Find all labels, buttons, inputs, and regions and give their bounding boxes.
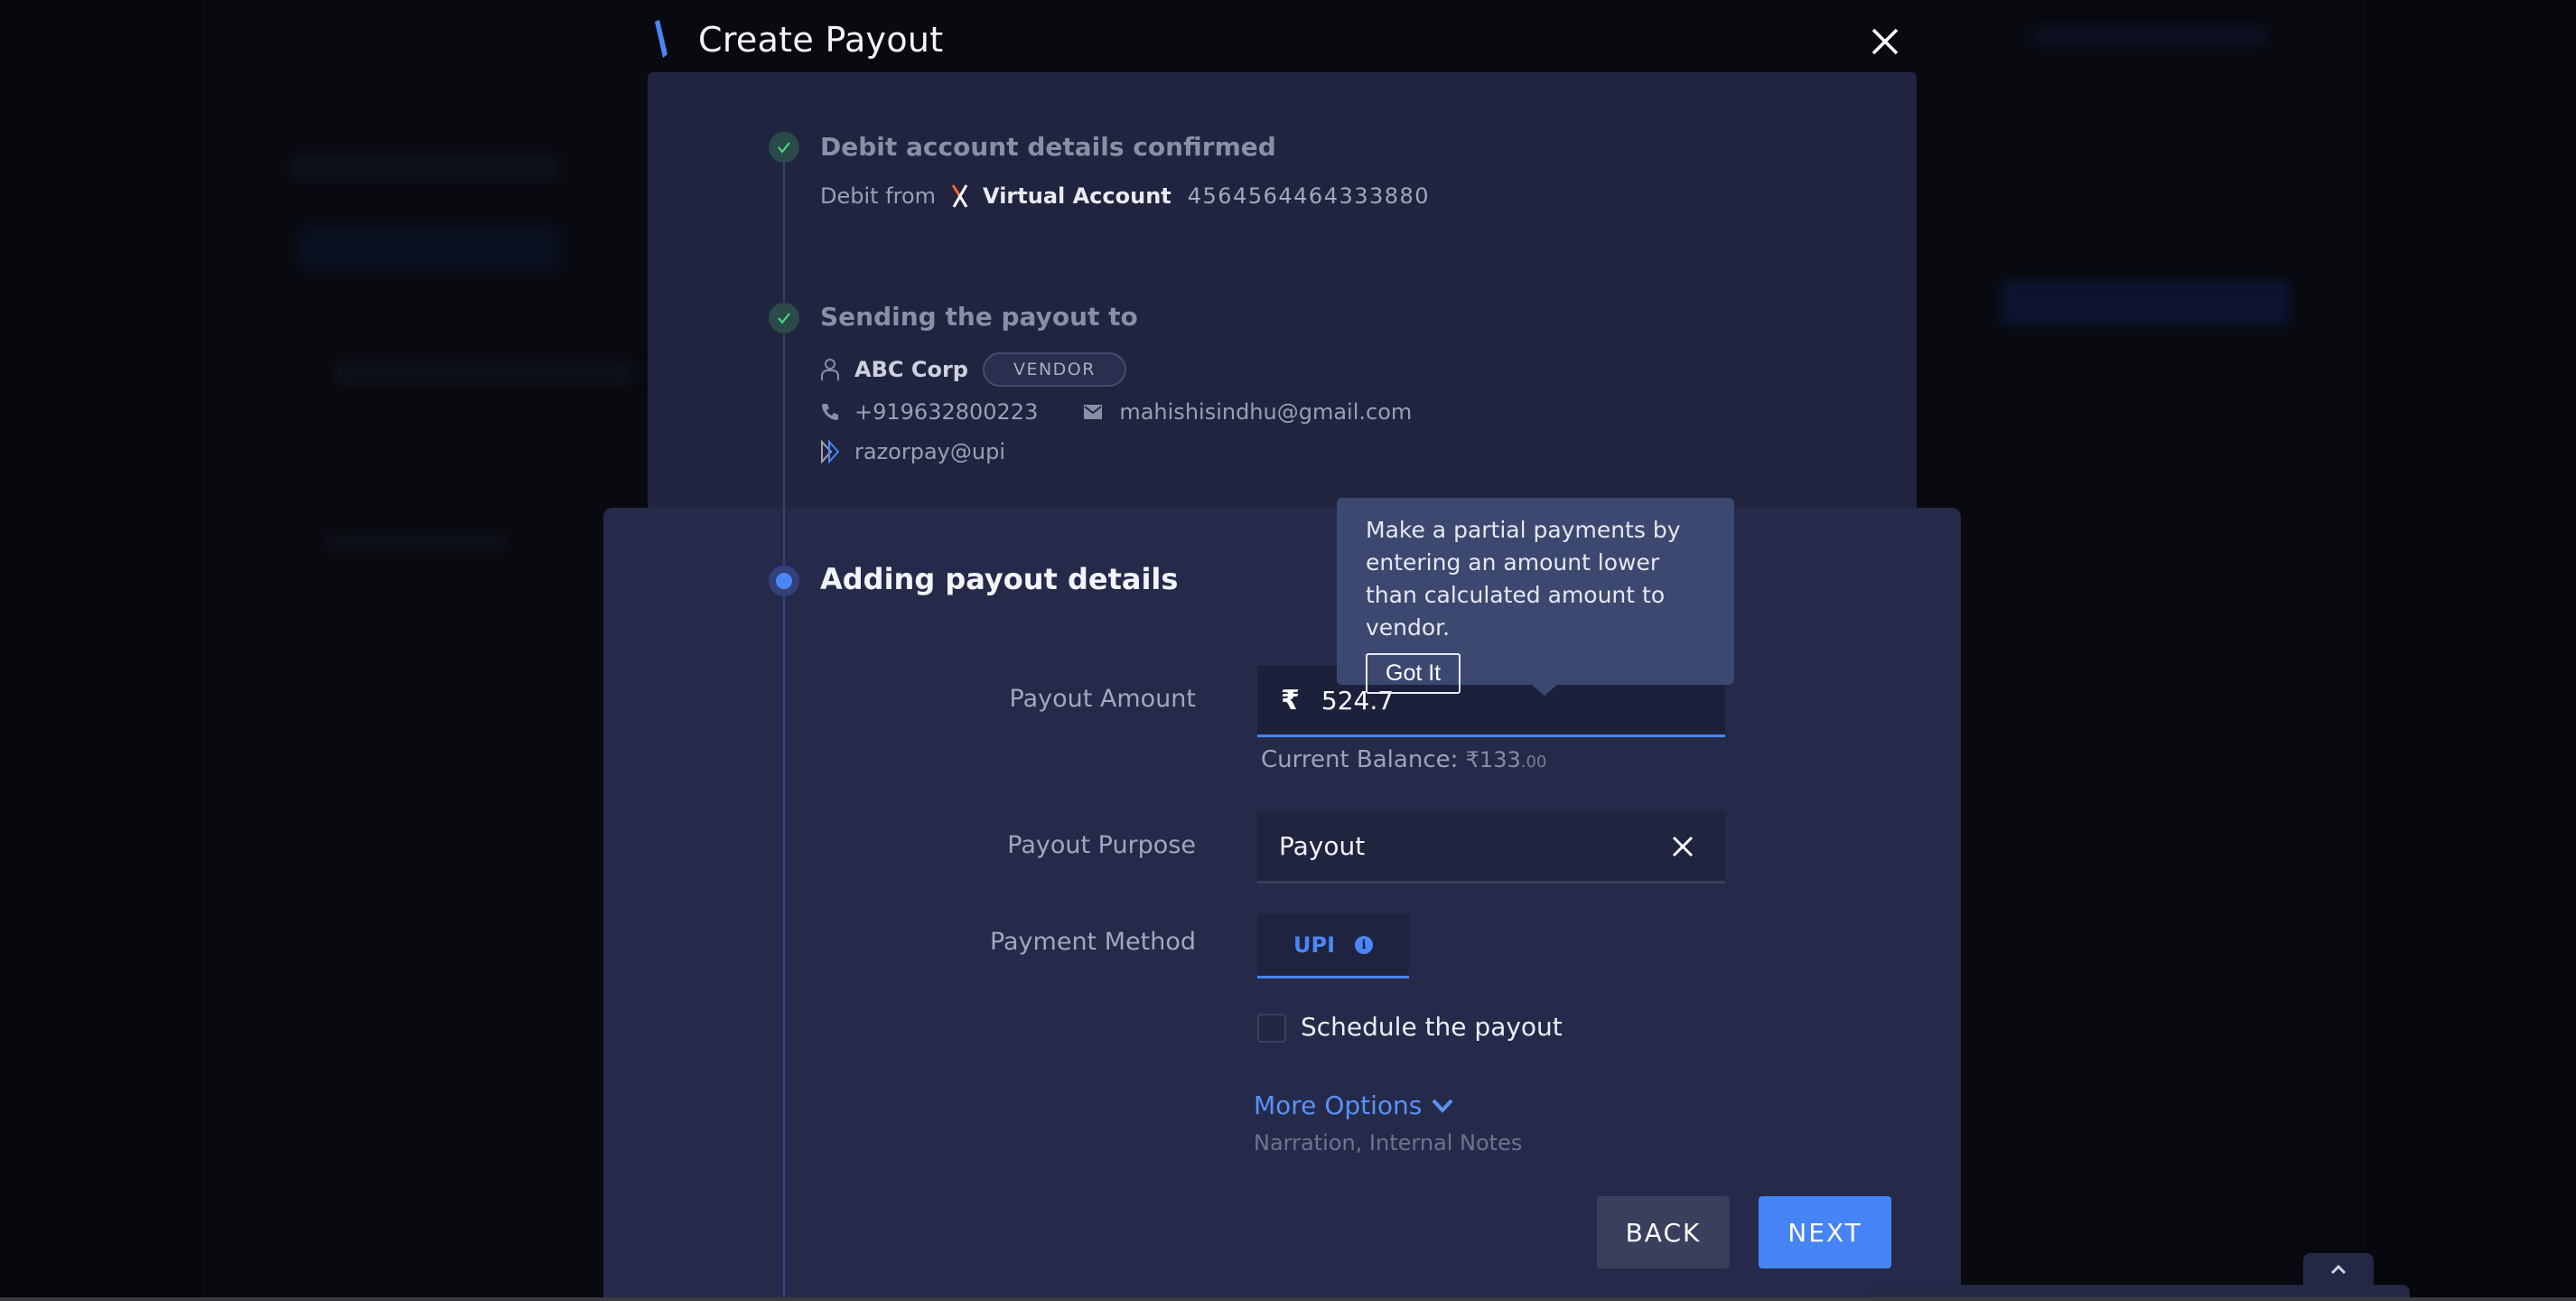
background-blurred-block [289, 154, 560, 181]
payout-purpose-value: Payout [1279, 831, 1366, 861]
upi-icon [821, 440, 840, 463]
expand-tray-button[interactable] [2303, 1253, 2374, 1286]
more-options-toggle[interactable]: More Options [1254, 1090, 1454, 1120]
got-it-button[interactable]: Got It [1366, 653, 1461, 694]
window-bottom-edge [0, 1297, 2576, 1301]
vpa-row: razorpay@upi [820, 439, 1005, 464]
tooltip-arrow [1532, 685, 1557, 696]
step-active-dot-icon [769, 566, 799, 596]
background-blurred-block [325, 533, 506, 551]
balance-decimal: .00 [1520, 753, 1547, 772]
balance-amount: 133 [1479, 747, 1521, 772]
debit-from-label: Debit from [820, 183, 937, 209]
more-options-sublabel: Narration, Internal Notes [1254, 1130, 1523, 1156]
phone-icon [822, 404, 838, 420]
modal-title: Create Payout [698, 20, 944, 60]
back-button[interactable]: BACK [1597, 1196, 1730, 1268]
step-complete-check-icon [769, 132, 799, 163]
next-button[interactable]: NEXT [1759, 1196, 1891, 1268]
payout-purpose-select[interactable]: Payout [1257, 811, 1725, 884]
email-icon [1084, 405, 1103, 419]
background-blurred-block [334, 361, 632, 384]
timeline-line-active [783, 581, 785, 1301]
contact-vpa: razorpay@upi [854, 439, 1005, 464]
background-blurred-block [2001, 280, 2290, 325]
background-right-pane [2366, 0, 2576, 1301]
tooltip-text: Make a partial payments by entering an a… [1366, 517, 1681, 641]
payout-purpose-label: Payout Purpose [1007, 831, 1196, 859]
modal-header: Create Payout [648, 0, 1917, 72]
schedule-payout-checkbox[interactable] [1257, 1014, 1286, 1043]
clear-icon[interactable] [1671, 835, 1694, 858]
background-sidebar [0, 0, 203, 1301]
step-active-dot-inner [776, 573, 792, 589]
payout-amount-label: Payout Amount [1009, 685, 1197, 713]
payment-method-upi-tab[interactable]: UPI i [1257, 913, 1409, 978]
contact-name: ABC Corp [854, 357, 968, 382]
partial-payment-tooltip: Make a partial payments by entering an a… [1337, 498, 1734, 696]
contact-type-badge: VENDOR [982, 352, 1126, 387]
step-title-recipient: Sending the payout to [820, 302, 1138, 332]
close-icon[interactable] [1869, 25, 1901, 58]
debit-from-row: Debit from Virtual Account 4564564464333… [820, 183, 1430, 209]
schedule-payout-label[interactable]: Schedule the payout [1301, 1012, 1563, 1042]
contact-email: mahishisindhu@gmail.com [1119, 399, 1413, 425]
person-icon [821, 359, 839, 380]
info-icon[interactable]: i [1355, 935, 1373, 954]
account-type: Virtual Account [983, 183, 1171, 209]
background-blurred-block [2032, 27, 2267, 45]
step-title-payout-details: Adding payout details [820, 562, 1179, 596]
payment-method-label: Payment Method [989, 928, 1196, 956]
upi-label: UPI [1293, 931, 1335, 958]
contact-phone: +919632800223 [854, 399, 1039, 425]
contact-info-row: +919632800223 mahishisindhu@gmail.com [820, 399, 1412, 425]
step-complete-check-icon [769, 303, 799, 333]
current-balance: Current Balance: ₹133.00 [1261, 746, 1546, 773]
payout-details-panel [603, 508, 1961, 1301]
account-number: 4564564464333880 [1187, 183, 1431, 209]
virtual-account-x-icon [951, 184, 968, 208]
balance-label: Current Balance: [1261, 746, 1459, 773]
slash-logo-icon [655, 20, 667, 58]
more-options-label: More Options [1254, 1090, 1423, 1120]
background-blurred-block [298, 226, 560, 271]
contact-row: ABC Corp VENDOR [820, 352, 1126, 387]
chevron-down-icon [1432, 1099, 1453, 1113]
rupee-icon: ₹ [1281, 684, 1300, 716]
balance-currency: ₹ [1465, 747, 1479, 772]
step-title-debit: Debit account details confirmed [820, 132, 1276, 162]
chevron-up-icon [2330, 1264, 2347, 1275]
